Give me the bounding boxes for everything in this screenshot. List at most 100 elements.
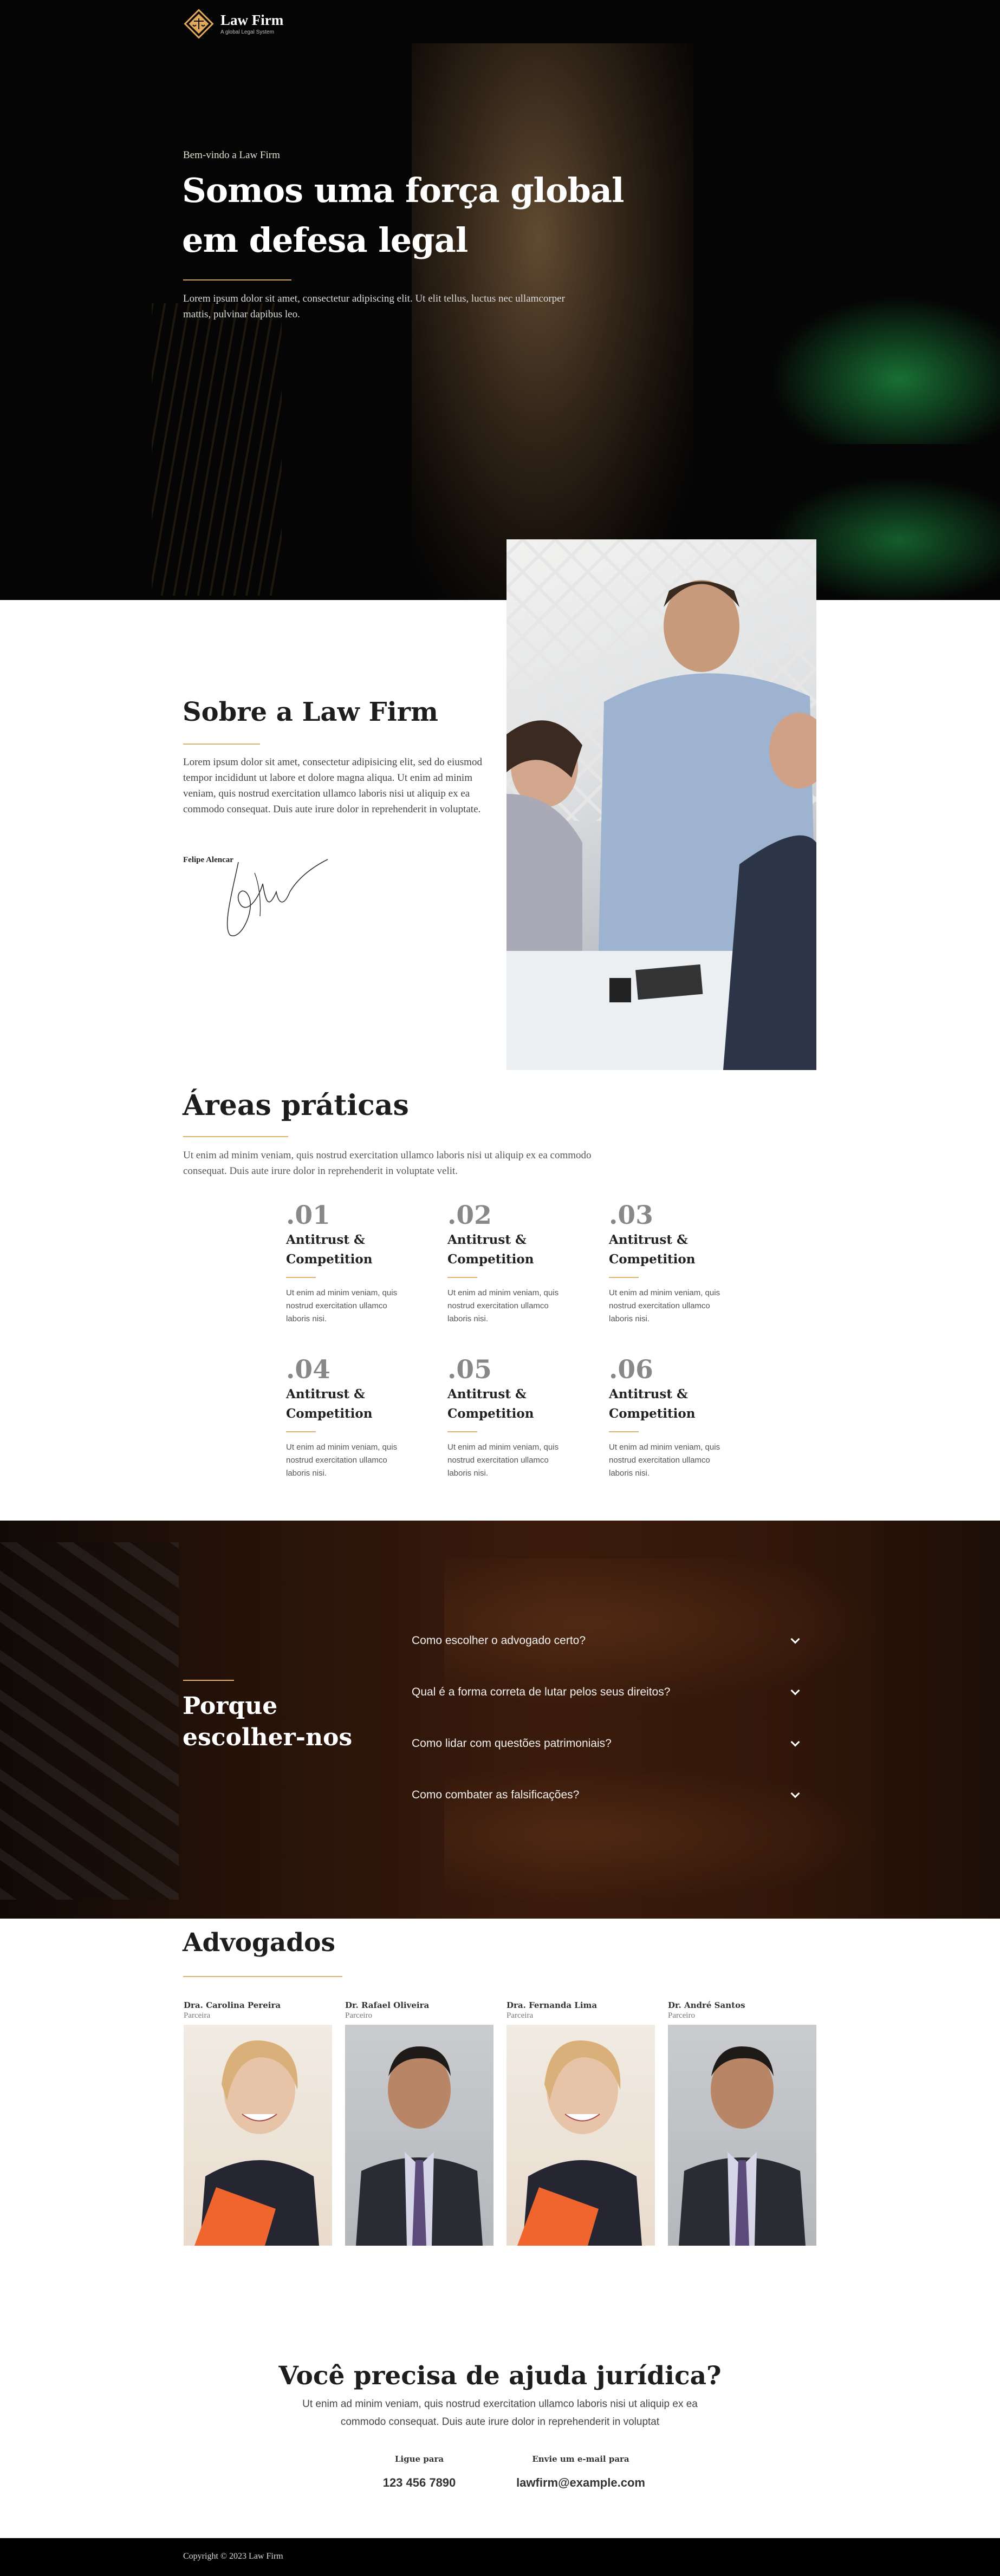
practice-number: .01 [286,1201,330,1230]
practice-item[interactable]: .03 Antitrust & Competition Ut enim ad m… [609,1202,739,1326]
logo-name: Law Firm [220,11,284,28]
lawyer-photo [507,2025,655,2246]
practice-title-line-1: Antitrust & [447,1232,527,1247]
hero-title-line-1: Somos uma força global [182,171,625,210]
lawyer-card[interactable]: Dra. Carolina Pereira Parceira [184,2000,332,2246]
practice-number: .03 [609,1201,653,1230]
practice-divider [183,1136,288,1137]
practice-item[interactable]: .04 Antitrust & Competition Ut enim ad m… [286,1357,416,1480]
phone-link[interactable]: 123 456 7890 [343,2476,495,2490]
lawyer-name: Dr. André Santos [668,2000,745,2010]
practice-title-line-2: Competition [286,1406,373,1421]
chevron-down-icon [790,1634,800,1644]
practice-title-line-2: Competition [286,1252,373,1267]
practice-item[interactable]: .02 Antitrust & Competition Ut enim ad m… [447,1202,577,1326]
practice-item[interactable]: .05 Antitrust & Competition Ut enim ad m… [447,1357,577,1480]
why-divider [183,1680,234,1681]
lawyer-role: Parceira [507,2011,534,2020]
lawyer-card[interactable]: Dra. Fernanda Lima Parceira [507,2000,655,2246]
why-title: Porque escolher-nos [183,1691,378,1753]
hero-title: Somos uma força global em defesa legal [182,166,670,265]
practice-title-line-1: Antitrust & [447,1387,527,1401]
why-title-line-2: escolher-nos [183,1724,353,1751]
lawyers-divider [183,1976,342,1977]
lawyer-photo [184,2025,332,2246]
practice-title-line-2: Competition [447,1406,534,1421]
hero-title-line-2: em defesa legal [182,220,468,260]
faq-item[interactable]: Como combater as falsificações? [412,1784,802,1806]
footer-copyright: Copyright © 2023 Law Firm [183,2552,283,2561]
practice-divider-small [609,1431,639,1432]
practice-title-line-2: Competition [609,1406,696,1421]
practice-body: Ut enim ad minim veniam, quis nostrud ex… [447,1288,559,1323]
lawyer-role: Parceira [184,2011,211,2020]
lawyer-name: Dr. Rafael Oliveira [345,2000,430,2010]
lawyer-photo [345,2025,493,2246]
faq-item[interactable]: Como lidar com questões patrimoniais? [412,1733,802,1755]
email-label: Envie um e-mail para [532,2454,629,2464]
practice-title-line-1: Antitrust & [286,1232,365,1247]
practice-body: Ut enim ad minim veniam, quis nostrud ex… [286,1288,398,1323]
lawyer-photo [668,2025,816,2246]
practice-number: .05 [447,1355,492,1385]
phone-block: Ligue para 123 456 7890 [343,2454,495,2490]
practice-number: .06 [609,1355,653,1385]
chevron-down-icon [790,1737,800,1747]
scale-chains-image [152,303,282,596]
practice-body: Ut enim ad minim veniam, quis nostrud ex… [609,1443,720,1478]
practice-body: Ut enim ad minim veniam, quis nostrud ex… [286,1443,398,1478]
practice-divider-small [447,1277,477,1278]
footer [0,2538,1000,2576]
faq-item[interactable]: Qual é a forma correta de lutar pelos se… [412,1681,802,1703]
lawyer-card[interactable]: Dr. Rafael Oliveira Parceiro [345,2000,493,2246]
practice-title: Áreas práticas [183,1089,409,1122]
signature-image [217,846,336,943]
faq-question: Como lidar com questões patrimoniais? [412,1737,612,1750]
why-us-section [0,1521,1000,1919]
practice-divider-small [286,1431,316,1432]
practice-title-text: Antitrust & Competition [286,1230,416,1269]
lawyer-role: Parceiro [668,2011,695,2020]
team-meeting-photo [507,539,816,1070]
lawyer-role: Parceiro [345,2011,372,2020]
email-block: Envie um e-mail para lawfirm@example.com [494,2454,667,2490]
practice-number: .04 [286,1355,330,1385]
faq-question: Qual é a forma correta de lutar pelos se… [412,1686,671,1698]
practice-title-text: Antitrust & Competition [447,1385,577,1424]
chevron-down-icon [790,1686,800,1695]
faq-item[interactable]: Como escolher o advogado certo? [412,1630,802,1652]
practice-divider-small [286,1277,316,1278]
practice-intro: Ut enim ad minim veniam, quis nostrud ex… [183,1150,592,1177]
practice-title-text: Antitrust & Competition [609,1385,739,1424]
practice-divider-small [447,1431,477,1432]
practice-title-line-1: Antitrust & [609,1387,688,1401]
logo-tagline: A global Legal System [220,29,274,35]
practice-title-text: Antitrust & Competition [447,1230,577,1269]
practice-item[interactable]: .06 Antitrust & Competition Ut enim ad m… [609,1357,739,1480]
practice-title-line-1: Antitrust & [286,1387,365,1401]
help-body: Ut enim ad minim veniam, quis nostrud ex… [302,2398,698,2428]
faq-question: Como combater as falsificações? [412,1789,580,1801]
lawyer-name: Dra. Carolina Pereira [184,2000,281,2010]
practice-item[interactable]: .01 Antitrust & Competition Ut enim ad m… [286,1202,416,1326]
about-body: Lorem ipsum dolor sit amet, consectetur … [183,757,482,815]
lawyers-title: Advogados [183,1928,335,1958]
practice-title-line-2: Competition [447,1252,534,1267]
hero-divider [183,279,291,281]
hero-body: Lorem ipsum dolor sit amet, consectetur … [183,293,565,320]
practice-title-line-2: Competition [609,1252,696,1267]
faq-question: Como escolher o advogado certo? [412,1634,586,1647]
scales-logo-icon [183,8,215,40]
practice-divider-small [609,1277,639,1278]
practice-title-text: Antitrust & Competition [609,1230,739,1269]
email-link[interactable]: lawfirm@example.com [494,2476,667,2490]
hero-kicker: Bem-vindo a Law Firm [183,149,280,161]
green-light-decoration [748,282,1000,444]
lawyer-card[interactable]: Dr. André Santos Parceiro [668,2000,816,2246]
practice-body: Ut enim ad minim veniam, quis nostrud ex… [609,1288,720,1323]
practice-number: .02 [447,1201,492,1230]
lawyer-name: Dra. Fernanda Lima [507,2000,598,2010]
site-logo[interactable]: Law Firm A global Legal System [183,8,283,40]
help-title: Você precisa de ajuda jurídica? [278,2361,722,2391]
about-title: Sobre a Law Firm [183,697,438,727]
